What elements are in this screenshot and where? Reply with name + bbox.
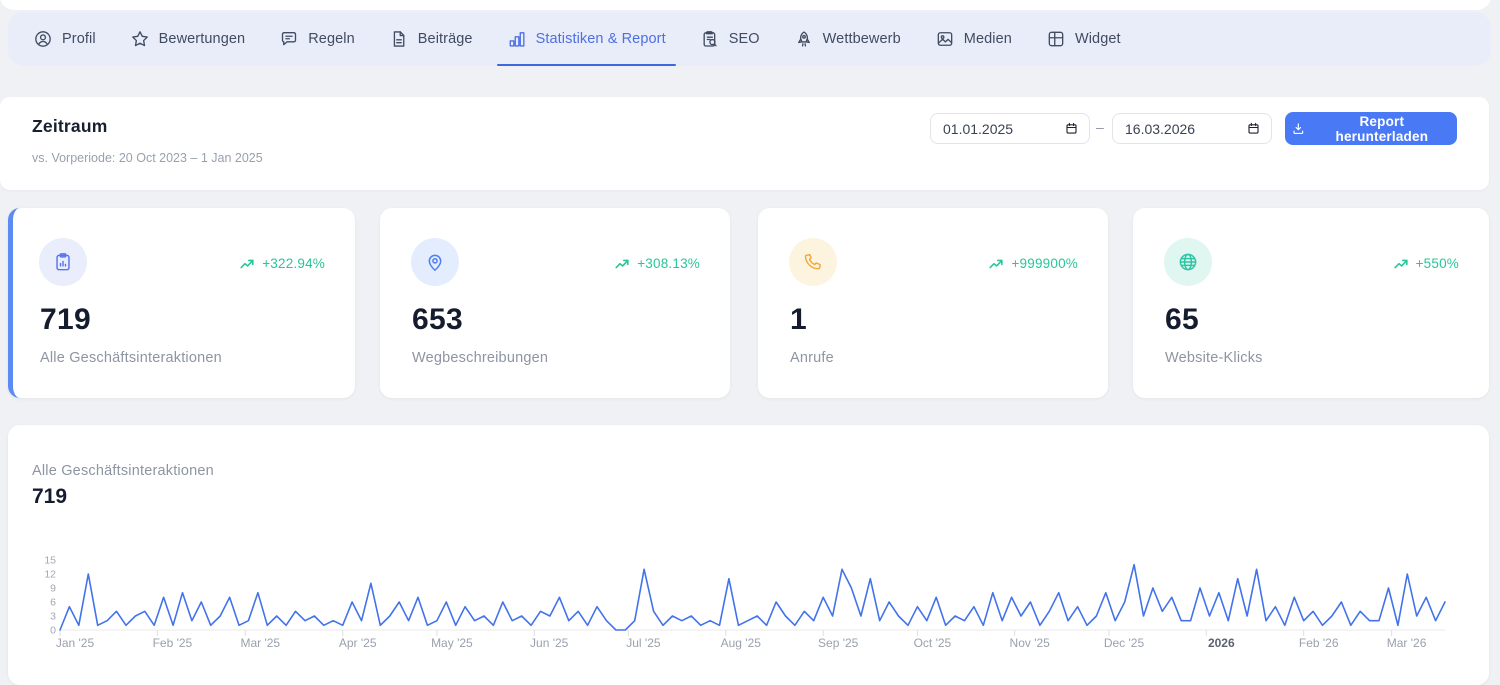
tab-statistiken-report[interactable]: Statistiken & Report: [507, 12, 666, 66]
tab-beitr-ge[interactable]: Beiträge: [389, 12, 473, 66]
tab-label: Profil: [62, 31, 96, 47]
svg-text:Jul '25: Jul '25: [626, 636, 661, 650]
grid-icon: [1046, 29, 1066, 49]
tab-label: Bewertungen: [159, 31, 246, 47]
clipboard-chart-icon: [39, 238, 87, 286]
tab-label: Beiträge: [418, 31, 473, 47]
svg-text:Aug '25: Aug '25: [721, 636, 762, 650]
tab-label: Regeln: [308, 31, 355, 47]
tab-label: Statistiken & Report: [536, 31, 666, 47]
tab-bewertungen[interactable]: Bewertungen: [130, 12, 246, 66]
tab-label: Wettbewerb: [823, 31, 901, 47]
svg-text:Oct '25: Oct '25: [914, 636, 952, 650]
chart-title: Alle Geschäftsinteraktionen: [32, 463, 214, 479]
trend-badge: +308.13%: [615, 256, 700, 271]
stat-value: 719: [40, 303, 91, 337]
stat-card-anrufe[interactable]: +999900% 1 Anrufe: [758, 208, 1108, 398]
period-subtitle: vs. Vorperiode: 20 Oct 2023 – 1 Jan 2025: [32, 151, 263, 165]
user-icon: [33, 29, 53, 49]
svg-text:Feb '26: Feb '26: [1299, 636, 1339, 650]
date-from-input[interactable]: [943, 121, 1064, 137]
tab-wettbewerb[interactable]: Wettbewerb: [794, 12, 901, 66]
svg-text:2026: 2026: [1208, 636, 1235, 650]
trend-value: +322.94%: [262, 256, 325, 271]
stat-value: 65: [1165, 303, 1199, 337]
file-icon: [389, 29, 409, 49]
stat-label: Alle Geschäftsinteraktionen: [40, 350, 222, 366]
date-range-separator: –: [1096, 119, 1104, 135]
trend-up-icon: [989, 258, 1005, 270]
chart-total-value: 719: [32, 485, 67, 509]
tab-widget[interactable]: Widget: [1046, 12, 1121, 66]
top-strip: [0, 0, 1491, 10]
date-to-input[interactable]: [1125, 121, 1246, 137]
svg-text:6: 6: [50, 597, 56, 609]
tab-regeln[interactable]: Regeln: [279, 12, 355, 66]
svg-text:Nov '25: Nov '25: [1010, 636, 1051, 650]
interactions-line-chart: Jan '25 Feb '25 Mar '25 Apr '25 May '25 Jun '…: [8, 545, 1489, 660]
globe-icon: [1164, 238, 1212, 286]
period-panel: Zeitraum vs. Vorperiode: 20 Oct 2023 – 1…: [0, 97, 1489, 190]
svg-text:Jun '25: Jun '25: [530, 636, 569, 650]
download-icon: [1291, 121, 1306, 136]
calendar-icon[interactable]: [1064, 121, 1079, 136]
svg-text:Feb '25: Feb '25: [153, 636, 193, 650]
chat-icon: [279, 29, 299, 49]
trend-badge: +550%: [1394, 256, 1459, 271]
main-tab-bar: Profil Bewertungen Regeln Beiträge Statistik…: [8, 12, 1491, 66]
svg-text:9: 9: [50, 583, 56, 595]
tab-profil[interactable]: Profil: [33, 12, 96, 66]
svg-text:Sep '25: Sep '25: [818, 636, 859, 650]
trend-value: +308.13%: [637, 256, 700, 271]
phone-icon: [789, 238, 837, 286]
stat-value: 1: [790, 303, 807, 337]
trend-badge: +322.94%: [240, 256, 325, 271]
rocket-icon: [794, 29, 814, 49]
svg-text:0: 0: [50, 625, 56, 637]
stat-label: Website-Klicks: [1165, 350, 1263, 366]
tab-seo[interactable]: SEO: [700, 12, 760, 66]
svg-text:12: 12: [44, 569, 56, 581]
tab-medien[interactable]: Medien: [935, 12, 1012, 66]
clipboard-search-icon: [700, 29, 720, 49]
date-to-field[interactable]: [1112, 113, 1272, 144]
svg-text:Mar '25: Mar '25: [240, 636, 280, 650]
svg-text:May '25: May '25: [431, 636, 473, 650]
tab-label: Widget: [1075, 31, 1121, 47]
tab-label: SEO: [729, 31, 760, 47]
svg-text:Apr '25: Apr '25: [339, 636, 377, 650]
stat-label: Anrufe: [790, 350, 834, 366]
download-report-label: Report herunterladen: [1313, 114, 1451, 144]
pin-icon: [411, 238, 459, 286]
trend-up-icon: [240, 258, 256, 270]
download-report-button[interactable]: Report herunterladen: [1285, 112, 1457, 145]
bar-chart-icon: [507, 29, 527, 49]
svg-text:Dec '25: Dec '25: [1104, 636, 1145, 650]
stat-card-alle-gesch-ftsinteraktionen[interactable]: +322.94% 719 Alle Geschäftsinteraktionen: [8, 208, 355, 398]
trend-value: +550%: [1416, 256, 1459, 271]
calendar-icon[interactable]: [1246, 121, 1261, 136]
tab-label: Medien: [964, 31, 1012, 47]
svg-text:15: 15: [44, 555, 56, 567]
stat-label: Wegbeschreibungen: [412, 350, 548, 366]
svg-text:Mar '26: Mar '26: [1387, 636, 1427, 650]
svg-text:3: 3: [50, 611, 56, 623]
trend-up-icon: [1394, 258, 1410, 270]
image-icon: [935, 29, 955, 49]
period-title: Zeitraum: [32, 116, 108, 137]
svg-text:Jan '25: Jan '25: [56, 636, 95, 650]
stat-card-wegbeschreibungen[interactable]: +308.13% 653 Wegbeschreibungen: [380, 208, 730, 398]
stat-value: 653: [412, 303, 463, 337]
star-icon: [130, 29, 150, 49]
interactions-chart-panel: Alle Geschäftsinteraktionen 719 Jan '25 F…: [8, 425, 1489, 685]
stat-card-website-klicks[interactable]: +550% 65 Website-Klicks: [1133, 208, 1489, 398]
trend-value: +999900%: [1011, 256, 1078, 271]
trend-badge: +999900%: [989, 256, 1078, 271]
date-from-field[interactable]: [930, 113, 1090, 144]
trend-up-icon: [615, 258, 631, 270]
